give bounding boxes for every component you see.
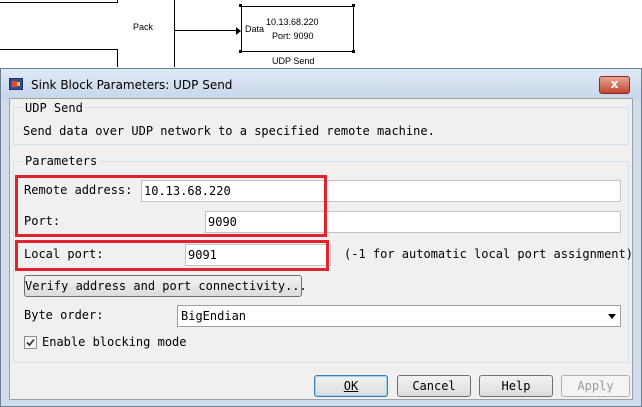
enable-blocking-label: Enable blocking mode <box>42 335 187 349</box>
signal-line <box>175 30 239 31</box>
block-parameters-dialog: Sink Block Parameters: UDP Send x UDP Se… <box>0 68 642 407</box>
cancel-label: Cancel <box>412 379 456 393</box>
close-icon: x <box>610 77 619 91</box>
title-bar[interactable]: Sink Block Parameters: UDP Send x <box>1 69 641 99</box>
udp-send-block-name: UDP Send <box>272 56 315 66</box>
selection-handle[interactable] <box>239 4 242 7</box>
dialog-client: UDP Send Send data over UDP network to a… <box>9 98 633 400</box>
close-button[interactable]: x <box>599 76 630 94</box>
help-label: Help <box>501 379 531 393</box>
local-port-hint: (-1 for automatic local port assignment) <box>344 247 633 261</box>
block-description: Send data over UDP network to a specifie… <box>23 124 435 138</box>
help-button[interactable]: Help <box>479 375 553 397</box>
cancel-button[interactable]: Cancel <box>397 375 471 397</box>
remote-settings-highlight <box>15 175 327 237</box>
verify-connectivity-button[interactable]: Verify address and port connectivity... <box>24 275 307 297</box>
block-port: Port: 9090 <box>272 31 314 41</box>
chevron-down-icon[interactable] <box>608 314 616 319</box>
pack-block-label: Pack <box>133 22 154 32</box>
selection-handle[interactable] <box>352 4 355 7</box>
apply-label: Apply <box>577 379 614 393</box>
block-border <box>174 0 175 67</box>
ok-button[interactable]: OK <box>314 375 388 397</box>
block-address: 10.13.68.220 <box>266 17 319 27</box>
enable-blocking-checkbox[interactable] <box>24 336 37 349</box>
dialog-title: Sink Block Parameters: UDP Send <box>31 78 233 92</box>
data-port-label: Data <box>245 24 265 34</box>
signal-line <box>117 49 118 67</box>
simulink-block-icon <box>9 78 23 90</box>
block-group-title: UDP Send <box>23 101 85 115</box>
checkmark-icon <box>26 338 35 347</box>
local-port-highlight <box>15 240 329 271</box>
byte-order-label: Byte order: <box>24 308 104 322</box>
selection-handle[interactable] <box>239 50 242 53</box>
parameters-title: Parameters <box>23 154 100 168</box>
ok-label: OK <box>343 379 359 393</box>
selection-handle[interactable] <box>352 50 355 53</box>
model-canvas: Pack Data 10.13.68.220 Port: 9090 UDP Se… <box>0 0 642 70</box>
apply-button[interactable]: Apply <box>561 375 630 397</box>
signal-line <box>117 0 118 3</box>
signal-line <box>0 2 118 3</box>
udp-send-block[interactable]: Data 10.13.68.220 Port: 9090 <box>241 6 354 52</box>
byte-order-value: BigEndian <box>181 309 247 323</box>
byte-order-select[interactable]: BigEndian <box>177 305 621 327</box>
signal-line <box>0 49 118 50</box>
